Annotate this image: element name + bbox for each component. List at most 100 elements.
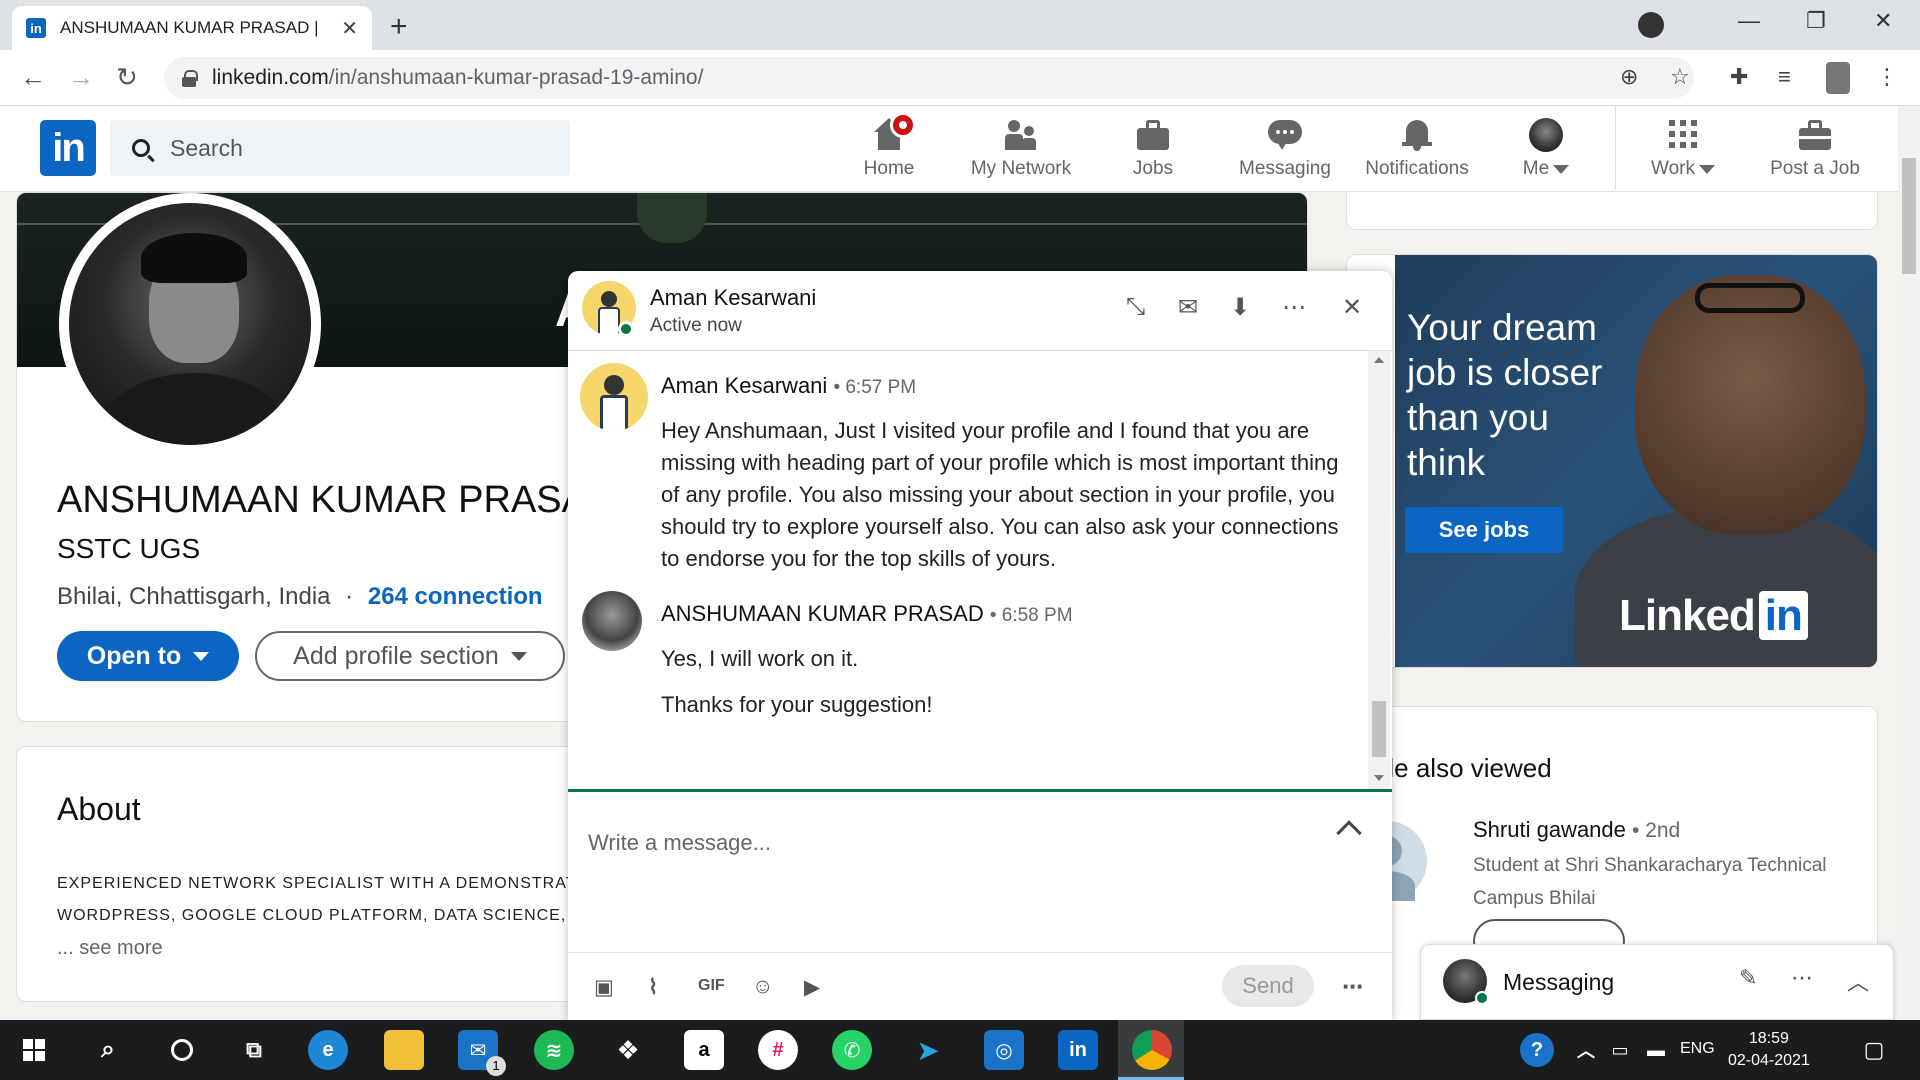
media-control-icon[interactable]: ≡	[1778, 64, 1791, 90]
nav-work-label: Work	[1651, 158, 1695, 179]
see-jobs-button[interactable]: See jobs	[1405, 507, 1563, 553]
close-icon[interactable]: ✕	[1342, 293, 1362, 322]
amazon-icon[interactable]: a	[684, 1030, 724, 1070]
search-icon	[132, 139, 150, 157]
close-window-button[interactable]: ✕	[1874, 8, 1892, 34]
nav-my-network[interactable]: My Network	[956, 112, 1086, 188]
more-icon[interactable]: ⋯	[1791, 965, 1813, 991]
spotify-icon[interactable]: ≋	[534, 1030, 574, 1070]
profile-avatar-icon[interactable]	[1826, 62, 1850, 94]
person-subtitle: Student at Shri Shankaracharya Technical…	[1473, 855, 1827, 909]
file-explorer-icon[interactable]	[384, 1030, 424, 1070]
search-input[interactable]: Search	[110, 120, 570, 176]
notification-center-icon[interactable]: ▢	[1854, 1030, 1894, 1070]
emoji-icon[interactable]: ☺	[752, 975, 773, 999]
ad-headline: Your dream job is closer than you think	[1407, 307, 1603, 483]
chevron-up-icon[interactable]	[1336, 820, 1362, 846]
bookmark-star-icon[interactable]: ☆	[1670, 64, 1690, 90]
add-profile-section-button[interactable]: Add profile section	[255, 631, 565, 681]
dropbox-icon[interactable]: ❖	[608, 1030, 648, 1070]
back-button[interactable]: ←	[20, 62, 46, 93]
image-icon[interactable]: ▣	[594, 975, 614, 1000]
nav-me[interactable]: Me	[1484, 112, 1608, 188]
slack-icon[interactable]: #	[758, 1030, 798, 1070]
help-icon[interactable]: ?	[1520, 1033, 1554, 1067]
whatsapp-icon[interactable]: ✆	[832, 1030, 872, 1070]
nav-notifications[interactable]: Notifications	[1352, 112, 1482, 188]
nav-home[interactable]: Home	[824, 112, 954, 188]
chat-messages: Aman Kesarwani • 6:57 PM Hey Anshumaan, …	[568, 351, 1392, 789]
telegram-icon[interactable]: ➤	[908, 1030, 948, 1070]
nav-jobs[interactable]: Jobs	[1088, 112, 1218, 188]
video-icon[interactable]: ▶	[804, 975, 820, 1000]
person-name-line[interactable]: Shruti gawande • 2nd	[1473, 817, 1680, 843]
reload-button[interactable]: ↻	[116, 62, 138, 93]
nav-work[interactable]: Work	[1618, 112, 1748, 188]
nav-post-a-job[interactable]: Post a Job	[1750, 112, 1880, 188]
download-icon[interactable]: ⬇	[1230, 293, 1250, 322]
avatar[interactable]	[582, 591, 642, 651]
message-text: Thanks for your suggestion!	[661, 692, 933, 717]
chevron-up-icon[interactable]: ︿	[1847, 965, 1869, 997]
linkedin-app-icon[interactable]: in	[1058, 1030, 1098, 1070]
address-bar[interactable]: linkedin.com/in/anshumaan-kumar-prasad-1…	[164, 57, 1694, 99]
ad-card[interactable]: Your dream job is closer than you think …	[1346, 254, 1878, 668]
message-input[interactable]: Write a message...	[568, 792, 1392, 952]
task-view-icon[interactable]: ⧉	[234, 1030, 274, 1070]
message-sender[interactable]: ANSHUMAAN KUMAR PRASAD	[661, 601, 984, 626]
right-rail-card	[1346, 192, 1878, 230]
scroll-down-icon[interactable]	[1374, 775, 1384, 781]
cortana-icon[interactable]	[162, 1030, 202, 1070]
message-header: Aman Kesarwani • 6:57 PM	[661, 373, 916, 399]
lock-icon	[182, 70, 198, 87]
close-tab-icon[interactable]: ✕	[341, 16, 358, 41]
browser-tab[interactable]: in ANSHUMAAN KUMAR PRASAD | ✕	[12, 6, 372, 50]
chat-scrollbar[interactable]	[1368, 351, 1390, 789]
url-path: /in/anshumaan-kumar-prasad-19-amino/	[328, 66, 704, 89]
compose-icon[interactable]: ✎	[1739, 965, 1757, 991]
envelope-icon[interactable]: ✉	[1178, 293, 1198, 322]
instagram-icon[interactable]: ◎	[984, 1030, 1024, 1070]
nav-notifications-label: Notifications	[1365, 158, 1469, 179]
device-icon[interactable]: ▭	[1600, 1030, 1640, 1070]
linkedin-logo[interactable]: in	[40, 120, 96, 176]
tab-search-icon[interactable]	[1638, 12, 1664, 38]
compress-icon[interactable]: ⤡	[1126, 293, 1145, 321]
minimize-button[interactable]: —	[1738, 8, 1760, 34]
message-sender[interactable]: Aman Kesarwani	[661, 373, 827, 398]
restore-button[interactable]: ❐	[1806, 8, 1826, 34]
scroll-up-icon[interactable]	[1374, 357, 1384, 363]
see-more-link[interactable]: ... see more	[57, 937, 163, 960]
more-icon[interactable]: ⋯	[1282, 293, 1306, 322]
avatar[interactable]	[580, 363, 648, 431]
profile-photo[interactable]	[59, 193, 321, 455]
clock[interactable]: 18:59 02-04-2021	[1728, 1028, 1810, 1072]
gif-icon[interactable]: GIF	[698, 977, 725, 995]
about-title: About	[57, 791, 141, 827]
connections-link[interactable]: 264 connection	[368, 583, 543, 610]
new-tab-button[interactable]: +	[390, 10, 408, 44]
chat-scrollbar-thumb[interactable]	[1372, 701, 1386, 757]
zoom-icon[interactable]: ⊕	[1620, 64, 1638, 90]
briefcase-icon	[1136, 118, 1170, 152]
chat-header[interactable]: Aman Kesarwani Active now ⤡ ✉ ⬇ ⋯ ✕	[568, 271, 1392, 351]
chrome-icon[interactable]	[1132, 1030, 1172, 1070]
edge-icon[interactable]: e	[308, 1030, 348, 1070]
language-indicator[interactable]: ENG	[1680, 1040, 1715, 1058]
battery-icon[interactable]: ▬	[1636, 1030, 1676, 1070]
messaging-bar[interactable]: Messaging ✎ ⋯ ︿	[1420, 944, 1894, 1020]
page-scrollbar-thumb[interactable]	[1902, 158, 1916, 274]
profile-name: ANSHUMAAN KUMAR PRASA	[57, 479, 587, 521]
extensions-icon[interactable]: ✚	[1730, 64, 1748, 90]
windows-start-icon[interactable]	[14, 1030, 54, 1070]
nav-messaging[interactable]: Messaging	[1220, 112, 1350, 188]
contact-name[interactable]: Aman Kesarwani	[650, 285, 816, 311]
forward-button[interactable]: →	[68, 62, 94, 93]
more-icon[interactable]: ⋯	[1342, 975, 1363, 1000]
send-button[interactable]: Send	[1222, 965, 1314, 1007]
open-to-button[interactable]: Open to	[57, 631, 239, 681]
attachment-icon[interactable]: ⌇	[648, 975, 658, 1000]
search-icon[interactable]: ⌕	[88, 1030, 128, 1070]
browser-menu-icon[interactable]: ⋮	[1876, 64, 1898, 90]
page-scrollbar[interactable]	[1898, 106, 1920, 1020]
